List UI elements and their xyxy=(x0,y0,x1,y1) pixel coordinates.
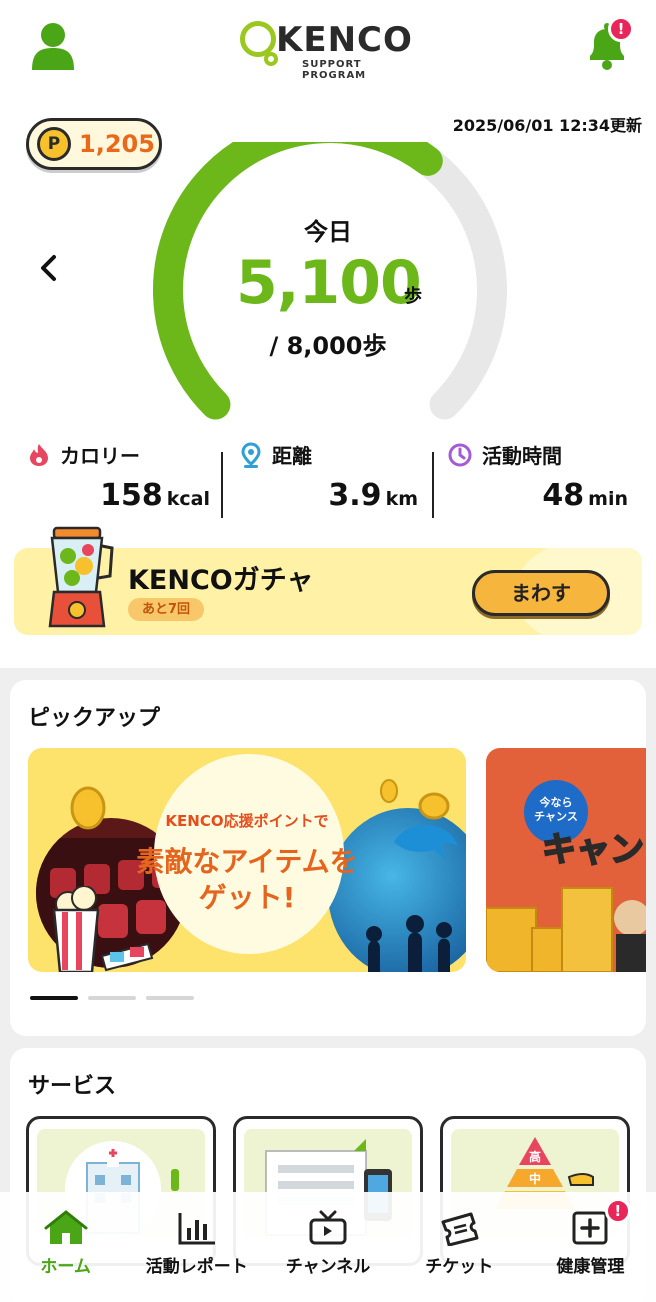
steps-unit: 歩 xyxy=(404,286,422,307)
nav-channel[interactable]: チャンネル xyxy=(262,1192,393,1302)
pickup-title: ピックアップ xyxy=(28,706,161,731)
ticket-icon xyxy=(441,1212,479,1246)
user-profile-icon[interactable] xyxy=(32,22,74,70)
banner-headline: 素敵なアイテムを ゲット! xyxy=(28,844,466,916)
notification-button[interactable]: ! xyxy=(582,16,634,72)
nav-ticket-label: チケット xyxy=(425,1257,494,1277)
campaign-text: キャン xyxy=(541,829,645,871)
stat-divider xyxy=(221,452,223,518)
nav-home[interactable]: ホーム xyxy=(0,1192,131,1302)
nav-activity-report-label: 活動レポート xyxy=(145,1257,248,1277)
bar-chart-icon xyxy=(178,1213,215,1245)
distance-value: 3.9 xyxy=(328,478,382,513)
activity-value: 48 xyxy=(542,478,585,513)
activity-unit: min xyxy=(588,488,628,510)
activity-label: 活動時間 xyxy=(482,444,562,468)
flame-icon xyxy=(30,443,48,466)
gacha-title: KENCOガチャ xyxy=(128,565,314,596)
nav-ticket[interactable]: チケット xyxy=(394,1192,525,1302)
nav-channel-label: チャンネル xyxy=(285,1257,371,1277)
distance-stat: 距離 3.9 km xyxy=(240,440,440,520)
pyramid-mid-label: 中 xyxy=(529,1171,541,1186)
gacha-spin-button[interactable]: まわす xyxy=(472,570,610,616)
carousel-dot-active[interactable] xyxy=(30,996,78,1000)
tv-icon xyxy=(309,1210,347,1245)
gacha-remaining-badge: あと7回 xyxy=(128,598,205,621)
banner-headline-line2: ゲット! xyxy=(198,881,296,914)
clock-icon xyxy=(448,443,472,466)
gold-coin-icon xyxy=(380,779,398,803)
points-value: 1,205 xyxy=(79,130,155,158)
carousel-dot[interactable] xyxy=(88,996,136,1000)
distance-label: 距離 xyxy=(272,444,312,468)
logo-text: KENCO xyxy=(276,20,413,60)
chevron-left-icon[interactable] xyxy=(36,252,60,284)
calorie-label: カロリー xyxy=(60,444,140,468)
pickup-section: ピックアップ KENCO応援ポイントで 素敵なアイテムを ゲット! 今なら チャ… xyxy=(10,680,646,1036)
nav-health-management-label: 健康管理 xyxy=(556,1257,625,1277)
carousel-indicator xyxy=(30,996,194,1000)
banner-headline-line1: 素敵なアイテムを xyxy=(136,845,358,878)
home-icon xyxy=(44,1210,88,1244)
calorie-value: 158 xyxy=(100,478,163,513)
steps-goal: / 8,000歩 xyxy=(269,332,387,360)
kenco-logo: KENCO SUPPORT PROGRAM xyxy=(238,18,420,81)
distance-unit: km xyxy=(385,488,418,510)
pyramid-high-label: 高 xyxy=(529,1149,541,1164)
carousel-dot[interactable] xyxy=(146,996,194,1000)
calorie-stat: カロリー 158 kcal xyxy=(28,440,228,520)
nav-home-label: ホーム xyxy=(40,1257,91,1277)
steps-value: 5,100 xyxy=(236,248,422,318)
services-title: サービス xyxy=(28,1074,117,1099)
calorie-unit: kcal xyxy=(166,488,210,510)
coin-stack-image xyxy=(486,887,646,972)
points-pill[interactable]: P 1,205 xyxy=(26,118,162,170)
banner-subtitle: KENCO応援ポイントで xyxy=(165,812,329,830)
stat-divider xyxy=(432,452,434,518)
location-pin-icon xyxy=(241,441,261,468)
pickup-banner-points[interactable]: KENCO応援ポイントで 素敵なアイテムを ゲット! xyxy=(28,748,466,972)
bottom-navigation: ホーム 活動レポート チャンネル チケット ! 健康管理 xyxy=(0,1192,656,1302)
blender-icon xyxy=(48,526,114,628)
activity-time-stat: 活動時間 48 min xyxy=(448,440,648,520)
health-alert-badge: ! xyxy=(604,1198,631,1224)
updated-timestamp: 2025/06/01 12:34更新 xyxy=(452,116,642,135)
notification-badge: ! xyxy=(608,16,634,42)
pickup-banner-campaign[interactable]: 今なら チャンス キャン xyxy=(486,748,646,972)
today-label: 今日 xyxy=(304,218,352,246)
nav-health-management[interactable]: ! 健康管理 xyxy=(525,1192,656,1302)
logo-subtitle: SUPPORT PROGRAM xyxy=(302,59,367,81)
point-coin-icon: P xyxy=(37,127,71,161)
nav-activity-report[interactable]: 活動レポート xyxy=(131,1192,262,1302)
